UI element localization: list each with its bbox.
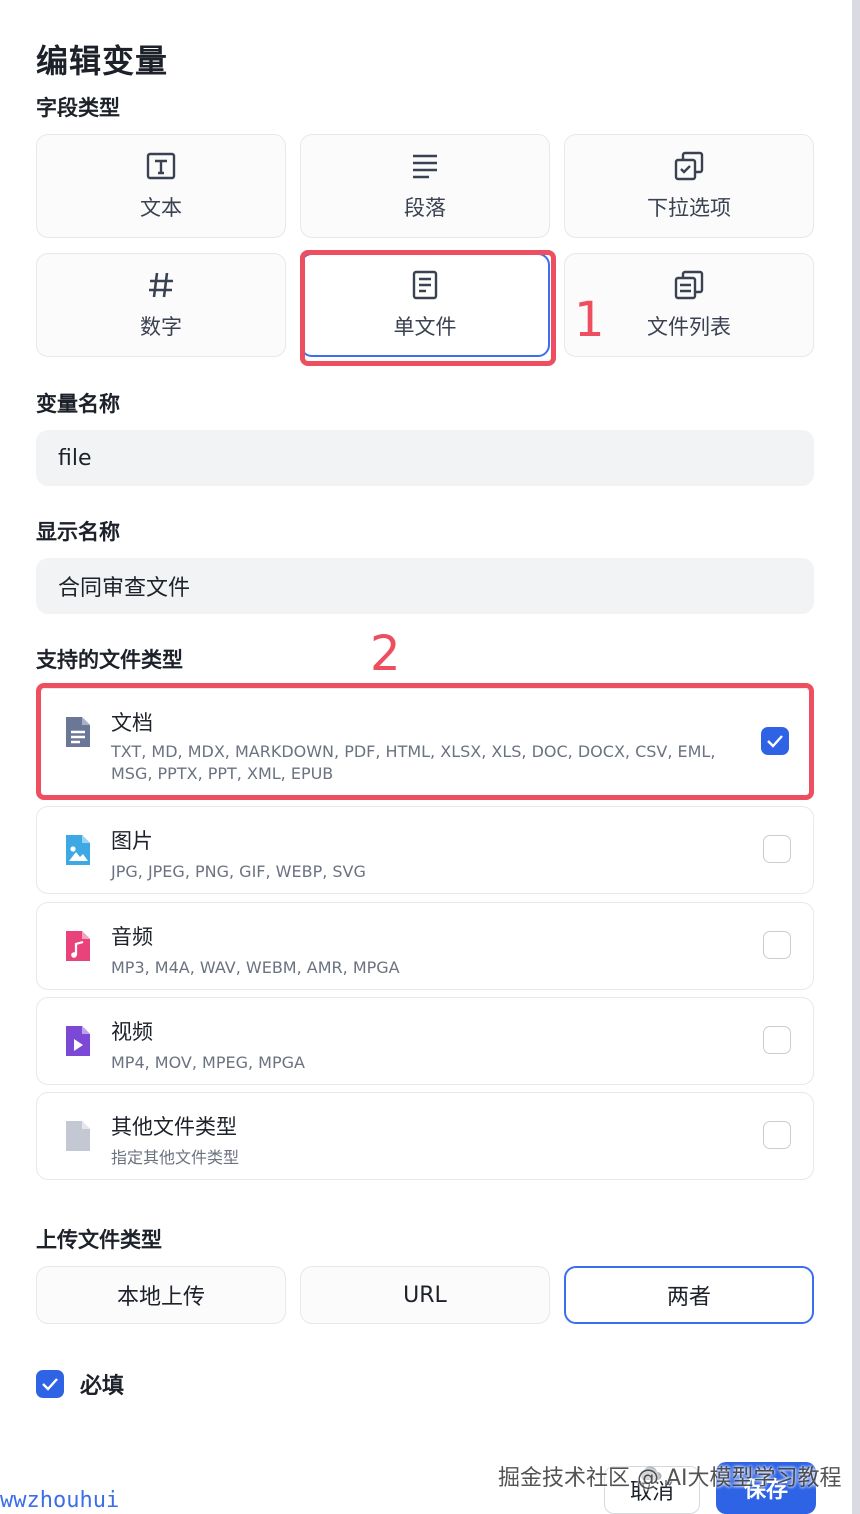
file-type-other-extensions: 指定其他文件类型 [111, 1148, 240, 1167]
required-toggle[interactable]: 必填 [36, 1368, 124, 1400]
upload-type-label: 上传文件类型 [36, 1228, 162, 1252]
file-type-audio-extensions: MP3, M4A, WAV, WEBM, AMR, MPGA [111, 958, 400, 977]
field-type-text[interactable]: 文本 [36, 134, 286, 238]
file-type-audio[interactable]: 音频 MP3, M4A, WAV, WEBM, AMR, MPGA [36, 902, 814, 990]
window-edge [852, 0, 860, 1514]
video-icon [66, 1026, 90, 1056]
upload-local-button[interactable]: 本地上传 [36, 1266, 286, 1324]
field-type-text-label: 文本 [140, 196, 182, 220]
select-icon [674, 151, 704, 181]
dialog-title: 编辑变量 [36, 42, 169, 80]
other-file-icon [66, 1121, 90, 1151]
audio-icon [66, 931, 90, 961]
file-type-image-name: 图片 [111, 829, 153, 853]
upload-url-button[interactable]: URL [300, 1266, 550, 1324]
annotation-box-1 [300, 250, 556, 366]
image-icon [66, 835, 90, 865]
corner-watermark: wwzhouhui [0, 1488, 120, 1513]
field-type-label: 字段类型 [36, 96, 120, 120]
field-type-paragraph-label: 段落 [404, 196, 446, 220]
field-type-paragraph[interactable]: 段落 [300, 134, 550, 238]
file-type-video-checkbox[interactable] [763, 1026, 791, 1054]
file-type-image-checkbox[interactable] [763, 835, 791, 863]
file-type-image[interactable]: 图片 JPG, JPEG, PNG, GIF, WEBP, SVG [36, 806, 814, 894]
annotation-marker-2: 2 [370, 626, 401, 682]
file-list-icon [674, 270, 704, 300]
text-type-icon [146, 152, 176, 180]
file-type-audio-name: 音频 [111, 925, 153, 949]
required-label: 必填 [80, 1374, 125, 1399]
file-type-image-extensions: JPG, JPEG, PNG, GIF, WEBP, SVG [111, 862, 366, 881]
variable-name-label: 变量名称 [36, 392, 120, 416]
check-icon [42, 1378, 58, 1391]
required-checkbox[interactable] [36, 1370, 64, 1398]
edit-variable-dialog: 编辑变量 字段类型 文本 段落 下拉选项 数字 单文件 文件列表 变量名称 fi… [0, 0, 852, 1514]
file-type-other[interactable]: 其他文件类型 指定其他文件类型 [36, 1092, 814, 1180]
paragraph-icon [413, 154, 437, 179]
field-type-select-label: 下拉选项 [647, 196, 731, 220]
field-type-file-list-label: 文件列表 [647, 315, 731, 339]
upload-both-button[interactable]: 两者 [564, 1266, 814, 1324]
file-type-other-checkbox[interactable] [763, 1121, 791, 1149]
field-type-select[interactable]: 下拉选项 [564, 134, 814, 238]
field-type-number[interactable]: 数字 [36, 253, 286, 357]
annotation-marker-1: 1 [574, 292, 605, 348]
display-name-input[interactable] [36, 558, 814, 614]
file-type-video[interactable]: 视频 MP4, MOV, MPEG, MPGA [36, 997, 814, 1085]
variable-name-input[interactable] [36, 430, 814, 486]
file-type-audio-checkbox[interactable] [763, 931, 791, 959]
watermark-text: 掘金技术社区 @ AI大模型学习教程 [498, 1466, 842, 1491]
upload-type-options: 本地上传 URL 两者 [36, 1266, 814, 1324]
hash-icon [149, 272, 173, 298]
file-type-video-name: 视频 [111, 1020, 153, 1044]
display-name-label: 显示名称 [36, 520, 120, 544]
file-type-other-name: 其他文件类型 [111, 1115, 237, 1139]
supported-types-label: 支持的文件类型 [36, 648, 183, 672]
field-type-number-label: 数字 [140, 315, 182, 339]
annotation-box-2 [36, 683, 814, 800]
file-type-video-extensions: MP4, MOV, MPEG, MPGA [111, 1053, 305, 1072]
